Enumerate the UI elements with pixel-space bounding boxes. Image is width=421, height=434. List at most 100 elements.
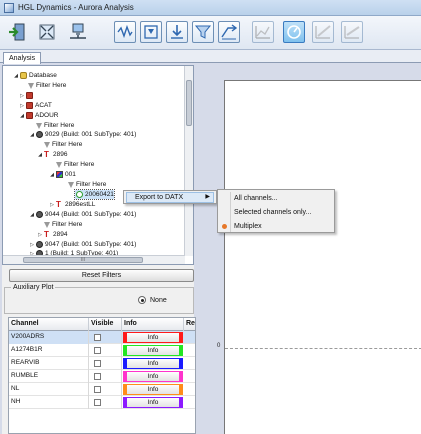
collapse-icon[interactable]: ◢ [37, 152, 43, 158]
selected-channels-menu-item[interactable]: Selected channels only... [234, 207, 311, 218]
tab-analysis[interactable]: Analysis [3, 52, 42, 64]
tree-item-unnamed[interactable]: ▷ [19, 91, 35, 100]
collapse-icon[interactable]: ◢ [29, 132, 35, 138]
chart-button[interactable] [252, 21, 274, 43]
engine-icon [36, 241, 43, 248]
data-tree[interactable]: ◢ Database Filter Here ▷ ▷ ACAT ◢ ADOUR Fil… [2, 65, 194, 265]
tree-item-filter[interactable]: Filter Here [67, 180, 106, 189]
test-icon: T [44, 150, 49, 159]
funnel-button[interactable] [192, 21, 214, 43]
table-row[interactable]: NH Info [9, 396, 195, 409]
tree-item-2896[interactable]: ◢ T 2896 [37, 150, 67, 159]
dial-button[interactable] [283, 21, 305, 43]
tree-item-engine-9044[interactable]: ◢ 9044 (Build: 001 SubType: 401) [29, 210, 136, 219]
export-button[interactable] [218, 21, 240, 43]
tree-item-2896estll[interactable]: ▷ T 2896estLL [49, 200, 95, 209]
folder-icon [26, 102, 33, 109]
visible-checkbox[interactable] [94, 399, 101, 406]
selected-bullet-icon [222, 224, 227, 229]
exit-button[interactable] [6, 21, 28, 43]
info-button[interactable]: Info [123, 332, 183, 343]
expand-icon[interactable]: ▷ [49, 202, 55, 208]
table-row[interactable]: RUMBLE Info [9, 370, 195, 383]
table-row[interactable]: NL Info [9, 383, 195, 396]
info-button[interactable]: Info [123, 371, 183, 382]
recording-icon [76, 191, 83, 198]
export-to-datx-menu-item[interactable]: Export to DATX ▶ [126, 192, 214, 203]
submenu-arrow-icon: ▶ [205, 194, 210, 200]
network-button[interactable] [67, 21, 89, 43]
menu-separator [230, 192, 231, 232]
visible-checkbox[interactable] [94, 386, 101, 393]
channel-name: V200ADRS [9, 331, 89, 344]
visible-checkbox[interactable] [94, 347, 101, 354]
channel-name: RUMBLE [9, 370, 89, 383]
expand-icon[interactable]: ▷ [37, 232, 43, 238]
tree-item-filter[interactable]: Filter Here [43, 220, 82, 229]
plot-area[interactable] [224, 80, 421, 434]
tree-item-2894[interactable]: ▷ T 2894 [37, 230, 67, 239]
multiplex-menu-item[interactable]: Multiplex [234, 221, 262, 232]
database-icon [20, 72, 27, 79]
tree-item-filter[interactable]: Filter Here [55, 160, 94, 169]
tree-item-20060421[interactable]: 20060421 [74, 189, 115, 200]
exit-icon [9, 23, 25, 41]
column-header-visible[interactable]: Visible [89, 318, 122, 331]
info-button[interactable]: Info [123, 397, 183, 408]
app-icon [4, 2, 14, 13]
radio-selected-icon[interactable] [138, 296, 146, 304]
collapse-icon[interactable]: ◢ [49, 172, 55, 178]
fullscreen-button[interactable] [36, 21, 58, 43]
collapse-icon[interactable]: ◢ [19, 113, 25, 119]
table-row[interactable]: REARVIB Info [9, 357, 195, 370]
run-group-icon [56, 171, 63, 178]
visible-checkbox[interactable] [94, 334, 101, 341]
tree-item-acat[interactable]: ▷ ACAT [19, 101, 52, 110]
visible-cell [89, 383, 122, 396]
table-row[interactable]: V200ADRS Info [9, 331, 195, 344]
all-channels-menu-item[interactable]: All channels... [234, 193, 278, 204]
tree-item-engine-9047[interactable]: ▷ 9047 (Build: 001 SubType: 401) [29, 240, 136, 249]
filter-icon [56, 162, 62, 168]
scroll-thumb[interactable] [186, 80, 192, 126]
collapse-icon[interactable]: ◢ [29, 212, 35, 218]
expand-icon[interactable]: ▷ [29, 242, 35, 248]
download-button[interactable] [166, 21, 188, 43]
info-button[interactable]: Info [123, 384, 183, 395]
expand-icon[interactable]: ▷ [19, 103, 25, 109]
table-row[interactable]: A1274B1R Info [9, 344, 195, 357]
tree-item-filter[interactable]: Filter Here [27, 81, 66, 90]
channel-name: NH [9, 396, 89, 409]
tree-item-filter[interactable]: Filter Here [43, 140, 82, 149]
table-header: Channel Visible Info Re [9, 318, 195, 331]
none-radio[interactable]: None [138, 296, 167, 304]
tree-item-filter[interactable]: Filter Here [35, 121, 74, 130]
left-panel: ◢ Database Filter Here ▷ ▷ ACAT ◢ ADOUR Fil… [2, 65, 196, 434]
waveform-button[interactable] [114, 21, 136, 43]
visible-cell [89, 370, 122, 383]
reset-filters-button[interactable]: Reset Filters [9, 269, 194, 282]
network-icon [70, 23, 86, 39]
tree-item-001[interactable]: ◢ 001 [49, 170, 76, 179]
scroll-thumb[interactable]: III [23, 257, 143, 263]
tree-vertical-scrollbar[interactable] [184, 66, 193, 256]
tree-item-engine-9029[interactable]: ◢ 9029 (Build: 001 SubType: 401) [29, 130, 136, 139]
column-header-channel[interactable]: Channel [9, 318, 89, 331]
visible-checkbox[interactable] [94, 373, 101, 380]
column-header-info[interactable]: Info [122, 318, 184, 331]
tree-item-adour[interactable]: ◢ ADOUR [19, 111, 58, 120]
info-button[interactable]: Info [123, 345, 183, 356]
filter-view-button[interactable] [140, 21, 162, 43]
column-header-extra[interactable]: Re [184, 318, 195, 331]
line-graph-button[interactable] [341, 21, 363, 43]
dial-icon [287, 25, 301, 39]
tree-item-database[interactable]: ◢ Database [13, 71, 57, 80]
info-button[interactable]: Info [123, 358, 183, 369]
auxiliary-plot-group: Auxiliary Plot None [4, 284, 194, 314]
window-title: HGL Dynamics - Aurora Analysis [18, 3, 134, 12]
expand-icon[interactable]: ▷ [19, 93, 25, 99]
graph-button[interactable] [312, 21, 334, 43]
visible-checkbox[interactable] [94, 360, 101, 367]
tree-horizontal-scrollbar[interactable]: III [3, 255, 185, 264]
collapse-icon[interactable]: ◢ [13, 73, 19, 79]
